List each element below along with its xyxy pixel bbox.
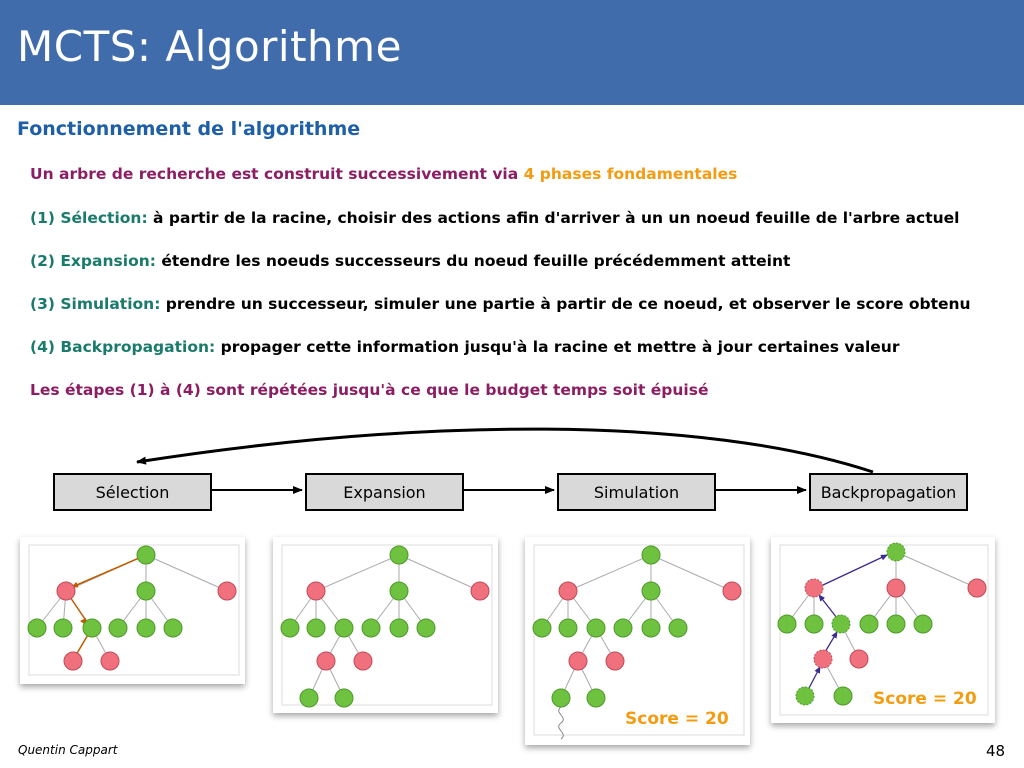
- phase-simulation-box: Simulation: [557, 473, 716, 511]
- simulation-score-label: Score = 20: [621, 709, 733, 729]
- tree-node: [389, 545, 409, 565]
- loop-back-arrow: [136, 427, 874, 474]
- tree-node: [136, 618, 156, 638]
- tree-node: [56, 581, 76, 601]
- tree-node: [389, 581, 409, 601]
- backpropagation-tree-panel: Score = 20: [771, 537, 995, 723]
- tree-node: [586, 688, 606, 708]
- tree-node: [886, 578, 906, 598]
- tree-node: [136, 581, 156, 601]
- tree-node: [353, 651, 373, 671]
- tree-node: [108, 618, 128, 638]
- tree-node: [641, 581, 661, 601]
- tree-node: [551, 688, 571, 708]
- tree-node: [27, 618, 47, 638]
- phase-selection-box: Sélection: [53, 473, 212, 511]
- tree-node: [416, 618, 436, 638]
- tree-node: [795, 686, 815, 706]
- tree-node: [777, 614, 797, 634]
- tree-node: [586, 618, 606, 638]
- tree-node: [136, 545, 156, 565]
- tree-node: [859, 614, 879, 634]
- selection-tree: [27, 544, 240, 676]
- tree-node: [299, 688, 319, 708]
- tree-node: [558, 581, 578, 601]
- tree-node: [334, 688, 354, 708]
- tree-node: [361, 618, 381, 638]
- tree-node: [280, 618, 300, 638]
- tree-node: [831, 614, 851, 634]
- phase-backpropagation-box: Backpropagation: [809, 473, 968, 511]
- backpropagation-score-label: Score = 20: [869, 689, 981, 709]
- tree-node: [316, 651, 336, 671]
- selection-tree-panel: [20, 537, 245, 684]
- tree-node: [470, 581, 490, 601]
- tree-node: [532, 618, 552, 638]
- tree-node: [813, 649, 833, 669]
- tree-node: [967, 578, 987, 598]
- tree-node: [668, 618, 688, 638]
- tree-node: [63, 651, 83, 671]
- simulation-tree-panel: Score = 20: [525, 537, 750, 745]
- tree-node: [641, 545, 661, 565]
- tree-node: [568, 651, 588, 671]
- tree-node: [389, 618, 409, 638]
- tree-node: [613, 618, 633, 638]
- footer-author: Quentin Cappart: [18, 743, 118, 757]
- tree-node: [913, 614, 933, 634]
- tree-node: [886, 542, 906, 562]
- tree-node: [306, 618, 326, 638]
- tree-node: [833, 686, 853, 706]
- tree-node: [886, 614, 906, 634]
- tree-node: [558, 618, 578, 638]
- expansion-tree-panel: [273, 537, 498, 713]
- tree-node: [306, 581, 326, 601]
- expansion-tree: [280, 544, 493, 708]
- tree-node: [334, 618, 354, 638]
- tree-node: [53, 618, 73, 638]
- phase-expansion-box: Expansion: [305, 473, 464, 511]
- tree-node: [722, 581, 742, 601]
- tree-node: [605, 651, 625, 671]
- tree-node: [100, 651, 120, 671]
- tree-node: [804, 578, 824, 598]
- tree-node: [82, 618, 102, 638]
- page-number: 48: [986, 742, 1006, 760]
- tree-node: [849, 649, 869, 669]
- tree-node: [804, 614, 824, 634]
- tree-node: [217, 581, 237, 601]
- tree-node: [163, 618, 183, 638]
- tree-node: [641, 618, 661, 638]
